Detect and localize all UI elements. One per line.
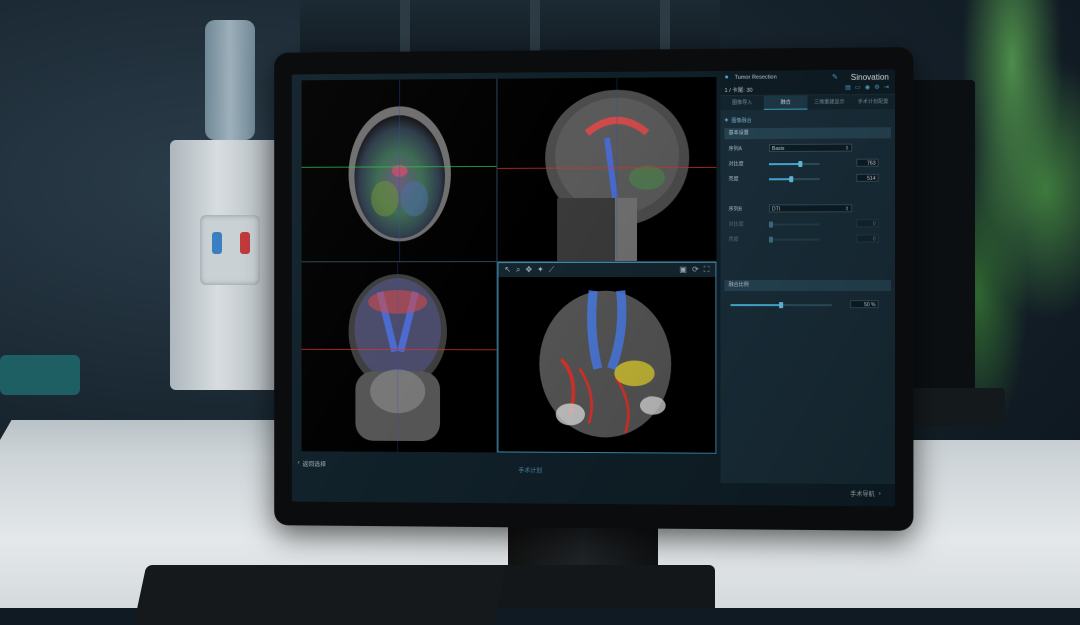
brightness-a-slider[interactable]	[769, 178, 820, 180]
step-label: 手术计划	[518, 466, 542, 475]
brightness-a-row: 亮度 514	[724, 174, 890, 185]
sequence-a-select[interactable]: Basis	[769, 144, 852, 153]
sagittal-brain-image	[497, 77, 716, 261]
fusion-ratio-thumb[interactable]	[779, 302, 783, 308]
next-step-label: 手术导航	[850, 489, 874, 498]
contrast-a-label: 对比度	[729, 160, 744, 167]
viewport-grid: ↖ ⌕ ✥ ✦ ⟋ ▣ ⟳ ⛶	[302, 77, 717, 454]
3d-viewport[interactable]: ↖ ⌕ ✥ ✦ ⟋ ▣ ⟳ ⛶	[497, 262, 716, 454]
chevron-left-icon: ‹	[298, 460, 300, 466]
keyboard	[134, 565, 507, 625]
layout-icon[interactable]: ▣	[679, 266, 687, 274]
panel-header: ● Tumor Resection 1 / 卡尾: 30 ✎ Sinovatio…	[720, 70, 895, 96]
brightness-b-input[interactable]: 0	[856, 234, 878, 242]
fusion-ratio-input[interactable]: 50 %	[850, 300, 879, 308]
tab-image-import[interactable]: 图像导入	[720, 96, 763, 110]
contrast-a-slider[interactable]	[769, 163, 820, 165]
fusion-ratio-row: 50 %	[724, 300, 890, 310]
screen: ↖ ⌕ ✥ ✦ ⟋ ▣ ⟳ ⛶	[292, 70, 895, 507]
3d-toolbar: ↖ ⌕ ✥ ✦ ⟋ ▣ ⟳ ⛶	[498, 263, 715, 277]
contrast-b-slider[interactable]	[769, 223, 820, 225]
brightness-b-label: 亮度	[729, 236, 739, 243]
contrast-b-thumb[interactable]	[769, 222, 773, 228]
fullscreen-icon[interactable]: ⛶	[704, 266, 710, 274]
brightness-a-label: 亮度	[729, 175, 739, 182]
pan-icon[interactable]: ✥	[525, 266, 532, 274]
contrast-a-input[interactable]: 763	[856, 159, 878, 167]
brightness-b-thumb[interactable]	[769, 237, 773, 243]
tab-bar: 图像导入 融合 三维重建显示 手术计划配置	[720, 95, 895, 110]
contrast-b-input[interactable]: 0	[856, 219, 878, 227]
chair	[0, 355, 80, 395]
user-icon: ●	[724, 74, 728, 81]
tab-fusion[interactable]: 融合	[764, 95, 808, 109]
contrast-b-row: 对比度 0	[724, 219, 890, 229]
basic-settings-header: 基本设置	[724, 127, 890, 139]
header-icons: ▤ ▭ ◉ ⚙ ⇥	[845, 84, 889, 91]
procedure-name: Tumor Resection	[735, 75, 777, 81]
slice-counter: 1 / 卡尾: 30	[724, 86, 752, 94]
measure-icon[interactable]: ⟋	[549, 266, 555, 274]
water-bottle	[205, 20, 255, 140]
water-cooler-panel	[200, 215, 260, 285]
folder-icon[interactable]: ▭	[855, 84, 861, 91]
brightness-b-row: 亮度 0	[724, 234, 890, 244]
fusion-icon: ◈	[724, 117, 728, 123]
tab-3d-display[interactable]: 三维重建显示	[807, 95, 851, 109]
brightness-a-thumb[interactable]	[789, 176, 793, 182]
cold-tap	[212, 232, 222, 254]
coronal-viewport[interactable]	[302, 262, 498, 452]
edit-icon[interactable]: ✎	[832, 73, 838, 81]
fusion-ratio-header: 融合比例	[724, 280, 890, 291]
axial-brain-image	[302, 79, 497, 262]
control-panel: ● Tumor Resection 1 / 卡尾: 30 ✎ Sinovatio…	[720, 70, 895, 485]
save-icon[interactable]: ▤	[845, 84, 851, 91]
brightness-a-input[interactable]: 514	[856, 174, 878, 182]
brand-logo: Sinovation	[851, 73, 889, 82]
settings-icon[interactable]: ⚙	[874, 84, 879, 91]
sequence-a-row: 序列A Basis	[724, 143, 890, 154]
camera-icon[interactable]: ◉	[865, 84, 870, 91]
rotate-icon[interactable]: ✦	[537, 266, 544, 274]
horizontal-crosshair	[302, 166, 497, 167]
zoom-icon[interactable]: ⌕	[516, 266, 520, 274]
reset-icon[interactable]: ⟳	[692, 266, 699, 274]
sequence-b-select[interactable]: DTI	[769, 204, 852, 212]
exit-icon[interactable]: ⇥	[884, 84, 889, 91]
coronal-brain-image	[302, 262, 497, 452]
sequence-a-label: 序列A	[729, 145, 742, 152]
contrast-a-row: 对比度 763	[724, 159, 890, 170]
section-title: ◈ 图像融合	[724, 114, 890, 125]
pointer-icon[interactable]: ↖	[504, 266, 511, 274]
axial-viewport[interactable]	[302, 79, 498, 263]
contrast-b-label: 对比度	[729, 221, 744, 228]
sequence-b-row: 序列B DTI	[724, 204, 890, 215]
contrast-a-thumb[interactable]	[798, 161, 802, 167]
monitor: ↖ ⌕ ✥ ✦ ⟋ ▣ ⟳ ⛶	[274, 47, 913, 531]
chevron-right-icon: ›	[879, 491, 881, 497]
hot-tap	[240, 232, 250, 254]
3d-brain-render	[498, 277, 715, 453]
brightness-b-slider[interactable]	[769, 239, 820, 241]
sequence-b-label: 序列B	[729, 206, 742, 213]
tab-surgery-plan[interactable]: 手术计划配置	[851, 95, 895, 109]
footer-left: ‹ 返回选择	[292, 454, 717, 475]
next-step-button[interactable]: 手术导航 ›	[850, 489, 881, 498]
back-button[interactable]: ‹ 返回选择	[298, 459, 326, 468]
back-label: 返回选择	[303, 459, 326, 468]
sagittal-viewport[interactable]	[497, 77, 716, 262]
fusion-ratio-slider[interactable]	[731, 304, 832, 306]
